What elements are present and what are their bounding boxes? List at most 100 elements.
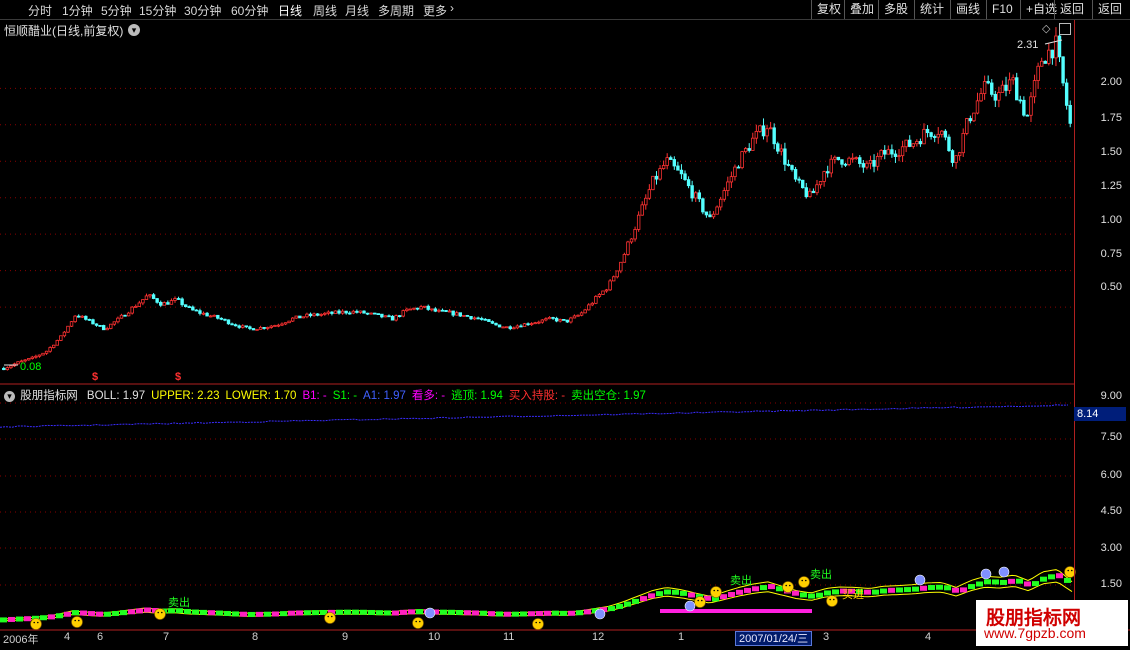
candle-body [1050,49,1055,59]
candle-body [155,298,159,303]
candle-body [212,314,216,317]
candle-body [840,159,844,165]
y-tick: 1.50 [1100,146,1122,158]
signal-bar [384,610,391,616]
candle-body [1022,99,1026,116]
candle-body [565,319,570,323]
candle-body [929,132,933,137]
signal-bar [184,608,191,614]
diamond-icon[interactable]: ◇ [1042,22,1050,35]
candle-body [932,136,937,138]
candle-body [144,295,149,300]
smiley-eye [157,611,159,614]
candle-body [348,312,352,315]
candle-body [936,133,940,138]
candle-body [629,238,634,243]
smiley-icon [30,618,42,630]
x-label: 1 [678,631,685,643]
signal-bar [992,579,999,585]
high-price-label: 2.31 [1017,39,1039,51]
candle-body [633,229,637,240]
x-label: 12 [592,631,605,643]
ind-y-tick: 9.00 [1100,390,1122,402]
signal-bar [288,610,295,616]
y-tick: 0.50 [1100,281,1122,293]
signal-bar [352,609,359,615]
price-chart[interactable]: 卖出卖出 卖出买进 [0,0,1130,650]
candle-body [950,150,955,163]
indicator-value-6: 看多: - [411,390,446,402]
chevron-down-icon[interactable]: ▾ [128,24,140,36]
candle-body [979,93,983,102]
candle-body [137,302,142,307]
signal-bar [216,610,223,616]
candle-body [1004,84,1008,91]
stock-title-text: 恒顺醋业(日线,前复权) [4,24,124,38]
candle-body [833,156,837,160]
candle-body [273,325,277,327]
ind-y-tick: 7.50 [1100,431,1122,443]
signal-bar [64,611,71,617]
candle-body [1068,104,1072,124]
price-axis: 2.00 1.75 1.50 1.25 1.00 0.75 0.50 9.00 … [1074,20,1130,632]
face-icon [998,566,1010,578]
face-icon [914,574,926,586]
signal-bar [816,592,823,598]
candle-body [201,312,206,315]
smiley-eye [161,611,163,614]
dollar-marker: $ [92,371,99,383]
signal-bar [1024,581,1031,587]
candle-body [590,302,594,306]
candle-body [661,165,666,169]
candle-body [1032,80,1037,98]
candle-body [758,125,762,132]
candle-body [1047,49,1051,64]
candle-body [330,311,334,314]
y-tick: 1.75 [1100,112,1122,124]
candle-body [736,166,741,169]
candle-body [825,171,830,174]
candle-body [761,125,766,137]
face-icon [980,568,992,580]
candle-body [266,327,270,329]
indicator-value-7: 逃顶: 1.94 [451,390,503,402]
candle-body [611,276,616,282]
signal-label: 买进 [842,588,864,601]
candle-body [98,324,102,327]
signal-bar [96,611,103,617]
candle-body [287,320,291,324]
candle-body [194,309,199,312]
candle-body [458,312,463,317]
candle-body [993,93,998,101]
candle-body [59,335,63,341]
candle-body [198,310,202,314]
candle-body [504,326,509,329]
chevron-down-icon[interactable]: ▾ [4,391,15,402]
candle-body [258,327,263,330]
signal-bar [120,610,127,616]
x-label: 10 [428,631,441,643]
candle-body [472,317,477,320]
signal-bar [880,588,887,594]
signal-bar [360,609,367,615]
signal-bar [536,611,543,616]
indicator-name[interactable]: 股朋指标网 [20,390,78,402]
signal-bar [560,610,567,616]
signal-bar [456,609,463,615]
signal-bar [240,611,247,617]
smiley-icon [324,612,336,624]
candle-body [180,298,184,306]
signal-bar [680,590,687,596]
candle-body [447,310,452,313]
signal-bar [648,593,655,599]
smiley-eye [1067,569,1069,572]
candle-body [651,175,655,191]
candle-body [494,322,498,326]
window-toggle-icon[interactable] [1059,23,1071,35]
candle-body [401,310,405,317]
signal-bar [608,606,615,612]
candle-body [269,325,273,328]
candle-body [954,155,958,163]
low-price-label: 0.08 [20,361,42,373]
signal-bar [544,610,551,616]
